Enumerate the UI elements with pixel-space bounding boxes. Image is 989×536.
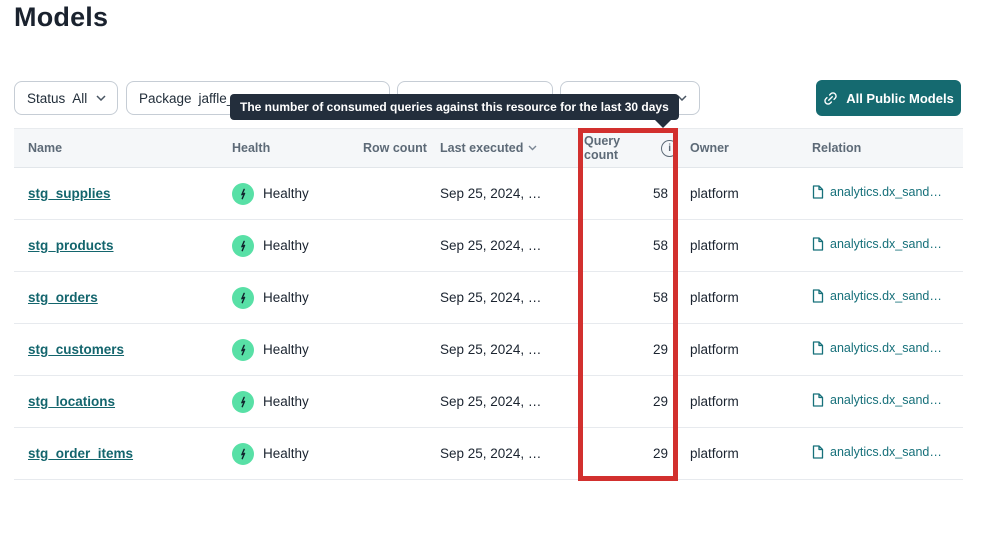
- model-name-link[interactable]: stg_orders: [28, 290, 98, 305]
- health-status-label: Healthy: [263, 186, 309, 201]
- table-row: stg_orders Healthy Sep 25, 2024, … 58 pl…: [14, 272, 963, 324]
- owner-cell: platform: [678, 186, 802, 201]
- query-count-cell: 29: [578, 446, 678, 461]
- column-header-query-count[interactable]: Query count i: [578, 134, 678, 162]
- relation-text: analytics.dx_sand…: [830, 237, 942, 251]
- column-header-owner[interactable]: Owner: [678, 141, 802, 155]
- document-icon: [812, 237, 824, 251]
- relation-text: analytics.dx_sand…: [830, 289, 942, 303]
- health-status-icon: [232, 183, 254, 205]
- relation-link[interactable]: analytics.dx_sand…: [812, 237, 942, 251]
- link-icon: [820, 87, 841, 108]
- health-status-label: Healthy: [263, 446, 309, 461]
- all-public-models-button[interactable]: All Public Models: [816, 80, 961, 116]
- health-status-icon: [232, 443, 254, 465]
- model-name-link[interactable]: stg_order_items: [28, 446, 133, 461]
- table-body: stg_supplies Healthy Sep 25, 2024, … 58 …: [14, 168, 963, 480]
- last-executed-cell: Sep 25, 2024, …: [440, 342, 578, 357]
- health-status-label: Healthy: [263, 394, 309, 409]
- sort-chevron-icon: [528, 145, 537, 151]
- model-name-link[interactable]: stg_locations: [28, 394, 115, 409]
- all-public-models-label: All Public Models: [846, 91, 954, 106]
- table-row: stg_locations Healthy Sep 25, 2024, … 29…: [14, 376, 963, 428]
- package-filter-value: jaffle_: [199, 91, 235, 106]
- last-executed-cell: Sep 25, 2024, …: [440, 238, 578, 253]
- health-status-icon: [232, 339, 254, 361]
- owner-cell: platform: [678, 290, 802, 305]
- status-filter[interactable]: Status All: [14, 81, 118, 115]
- page-title: Models: [14, 2, 108, 33]
- health-status-label: Healthy: [263, 342, 309, 357]
- relation-text: analytics.dx_sand…: [830, 393, 942, 407]
- table-row: stg_products Healthy Sep 25, 2024, … 58 …: [14, 220, 963, 272]
- last-executed-label: Last executed: [440, 141, 523, 155]
- health-status-label: Healthy: [263, 238, 309, 253]
- query-count-label: Query count: [584, 134, 656, 162]
- column-header-last-executed[interactable]: Last executed: [440, 141, 578, 155]
- table-header: Name Health Row count Last executed Quer…: [14, 128, 963, 168]
- table-row: stg_supplies Healthy Sep 25, 2024, … 58 …: [14, 168, 963, 220]
- column-header-name[interactable]: Name: [14, 141, 232, 155]
- health-status-icon: [232, 287, 254, 309]
- owner-cell: platform: [678, 394, 802, 409]
- column-header-row-count[interactable]: Row count: [363, 141, 440, 155]
- health-status-icon: [232, 235, 254, 257]
- relation-link[interactable]: analytics.dx_sand…: [812, 445, 942, 459]
- chevron-down-icon: [96, 95, 106, 101]
- last-executed-cell: Sep 25, 2024, …: [440, 394, 578, 409]
- relation-link[interactable]: analytics.dx_sand…: [812, 185, 942, 199]
- last-executed-cell: Sep 25, 2024, …: [440, 290, 578, 305]
- relation-link[interactable]: analytics.dx_sand…: [812, 393, 942, 407]
- last-executed-cell: Sep 25, 2024, …: [440, 186, 578, 201]
- query-count-cell: 29: [578, 342, 678, 357]
- relation-link[interactable]: analytics.dx_sand…: [812, 341, 942, 355]
- models-page: Models Status All Package jaffle_ All Pu…: [0, 0, 989, 536]
- query-count-cell: 58: [578, 186, 678, 201]
- models-table: Name Health Row count Last executed Quer…: [14, 128, 963, 480]
- health-status-label: Healthy: [263, 290, 309, 305]
- status-filter-label: Status: [27, 91, 65, 106]
- relation-text: analytics.dx_sand…: [830, 185, 942, 199]
- relation-link[interactable]: analytics.dx_sand…: [812, 289, 942, 303]
- package-filter-label: Package: [139, 91, 192, 106]
- query-count-cell: 58: [578, 290, 678, 305]
- model-name-link[interactable]: stg_customers: [28, 342, 124, 357]
- owner-cell: platform: [678, 446, 802, 461]
- table-row: stg_order_items Healthy Sep 25, 2024, … …: [14, 428, 963, 480]
- owner-cell: platform: [678, 342, 802, 357]
- document-icon: [812, 185, 824, 199]
- document-icon: [812, 289, 824, 303]
- column-header-relation[interactable]: Relation: [802, 141, 963, 155]
- tooltip-text: The number of consumed queries against t…: [240, 100, 669, 114]
- model-name-link[interactable]: stg_products: [28, 238, 114, 253]
- info-icon[interactable]: i: [661, 140, 678, 157]
- model-name-link[interactable]: stg_supplies: [28, 186, 111, 201]
- document-icon: [812, 341, 824, 355]
- table-row: stg_customers Healthy Sep 25, 2024, … 29…: [14, 324, 963, 376]
- document-icon: [812, 393, 824, 407]
- health-status-icon: [232, 391, 254, 413]
- status-filter-value: All: [72, 91, 87, 106]
- query-count-tooltip: The number of consumed queries against t…: [230, 94, 679, 120]
- column-header-health[interactable]: Health: [232, 141, 363, 155]
- relation-text: analytics.dx_sand…: [830, 341, 942, 355]
- query-count-cell: 29: [578, 394, 678, 409]
- last-executed-cell: Sep 25, 2024, …: [440, 446, 578, 461]
- document-icon: [812, 445, 824, 459]
- query-count-cell: 58: [578, 238, 678, 253]
- relation-text: analytics.dx_sand…: [830, 445, 942, 459]
- owner-cell: platform: [678, 238, 802, 253]
